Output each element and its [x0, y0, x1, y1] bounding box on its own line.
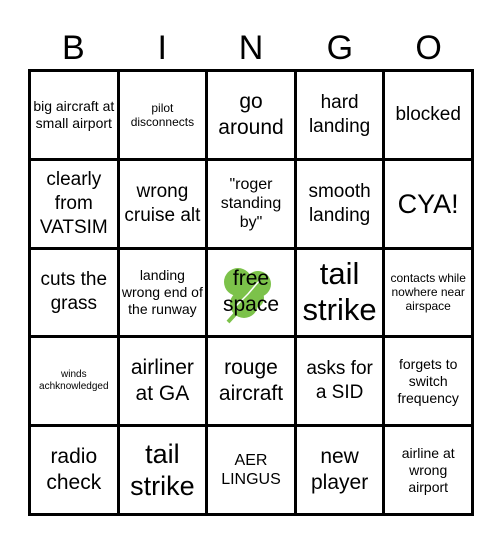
bingo-cell-text: pilot disconnects [130, 100, 195, 129]
bingo-header: B I N G O [29, 26, 473, 70]
bingo-cell-text: smooth landing [308, 180, 371, 226]
bingo-cell-text: CYA! [397, 188, 459, 219]
bingo-cell[interactable]: asks for a SID [296, 338, 383, 425]
bingo-cell[interactable]: landing wrong end of the runway [119, 249, 206, 336]
header-letter-n: N [238, 29, 264, 67]
bingo-cell[interactable]: rouge aircraft [208, 338, 294, 425]
bingo-cell-text: radio check [46, 445, 102, 495]
bingo-cell[interactable]: clearly from VATSIM [31, 160, 117, 247]
bingo-cell[interactable]: pilot disconnects [119, 72, 206, 158]
bingo-cell[interactable]: blocked [385, 72, 471, 158]
bingo-cell-text: AER LINGUS [221, 452, 281, 489]
bingo-cell-text: asks for a SID [306, 358, 373, 404]
bingo-cell-text: landing wrong end of the runway [121, 266, 203, 317]
bingo-cell[interactable]: contacts while nowhere near airspace [385, 249, 471, 336]
bingo-cell[interactable]: smooth landing [296, 160, 383, 247]
bingo-cell-text: airline at wrong airport [401, 444, 455, 495]
bingo-cell-text: free space [222, 267, 280, 317]
bingo-cell[interactable]: tail strike [296, 249, 383, 336]
bingo-cell-text: cuts the grass [40, 269, 108, 315]
bingo-cell-text: rouge aircraft [218, 356, 284, 406]
header-letter-g: G [326, 29, 354, 67]
bingo-cell-text: blocked [395, 103, 461, 125]
bingo-cell-text: go around [218, 89, 284, 139]
bingo-cell[interactable]: "roger standing by" [208, 160, 294, 247]
header-letter-i: I [157, 29, 167, 67]
bingo-cell[interactable]: radio check [31, 427, 117, 513]
bingo-cell-text: tail strike [302, 256, 377, 328]
header-letter-o: O [415, 29, 442, 67]
bingo-cell[interactable]: CYA! [385, 160, 471, 247]
bingo-cell-text: airliner at GA [130, 356, 194, 406]
bingo-cell[interactable]: airline at wrong airport [385, 427, 471, 513]
bingo-cell-text: contacts while nowhere near airspace [390, 271, 466, 314]
bingo-cell[interactable]: forgets to switch frequency [385, 338, 471, 425]
bingo-cell[interactable]: big aircraft at small airport [31, 72, 117, 158]
bingo-cell[interactable]: tail strike [119, 427, 206, 513]
bingo-cell[interactable]: go around [208, 72, 294, 158]
bingo-cell-text: winds achknowledged [39, 369, 109, 393]
bingo-cell[interactable]: AER LINGUS [208, 427, 294, 513]
bingo-cell-text: "roger standing by" [220, 176, 282, 232]
bingo-cell-text: big aircraft at small airport [33, 97, 115, 131]
bingo-cell-free-space[interactable]: free space [208, 249, 294, 336]
bingo-cell[interactable]: airliner at GA [119, 338, 206, 425]
bingo-cell-text: clearly from VATSIM [39, 168, 108, 238]
bingo-cell-text: new player [310, 445, 369, 495]
bingo-cell[interactable]: hard landing [296, 72, 383, 158]
bingo-cell-text: hard landing [308, 91, 371, 137]
bingo-cell[interactable]: winds achknowledged [31, 338, 117, 425]
bingo-cell[interactable]: new player [296, 427, 383, 513]
bingo-cell-text: wrong cruise alt [124, 180, 201, 226]
bingo-card-grid: big aircraft at small airport pilot disco… [28, 69, 474, 516]
bingo-cell-text: tail strike [130, 439, 195, 502]
bingo-cell-text: forgets to switch frequency [397, 355, 459, 406]
bingo-cell[interactable]: cuts the grass [31, 249, 117, 336]
header-letter-b: B [62, 29, 85, 67]
bingo-cell[interactable]: wrong cruise alt [119, 160, 206, 247]
